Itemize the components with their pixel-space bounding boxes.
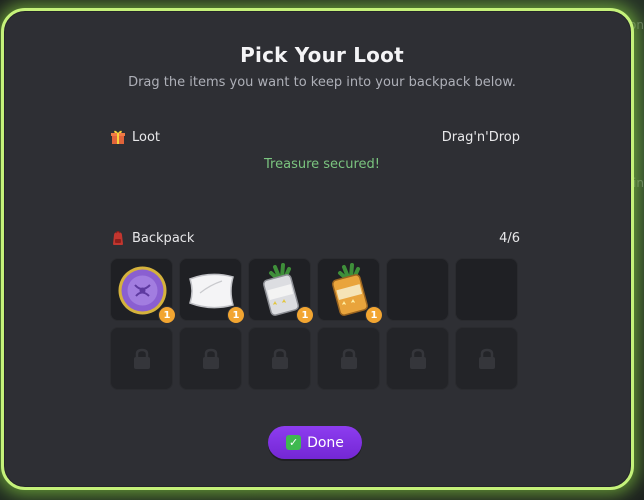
backpack-header: Backpack 4/6 bbox=[110, 228, 520, 248]
locked-slot bbox=[179, 327, 242, 390]
locked-slot bbox=[386, 327, 449, 390]
lock-icon bbox=[203, 348, 219, 369]
quantity-badge: 1 bbox=[296, 306, 314, 324]
backpack-slot[interactable]: 1 bbox=[248, 258, 314, 324]
lock-icon bbox=[272, 348, 288, 369]
lock-icon bbox=[479, 348, 495, 369]
backpack-icon bbox=[110, 230, 126, 246]
lock-icon bbox=[410, 348, 426, 369]
background-text: in bbox=[633, 176, 644, 190]
backpack-slot[interactable]: 1 bbox=[317, 258, 383, 324]
loot-header: Loot Drag'n'Drop bbox=[110, 127, 520, 147]
lock-icon bbox=[134, 348, 150, 369]
locked-slot bbox=[110, 327, 173, 390]
check-icon: ✓ bbox=[286, 435, 302, 450]
backpack-count: 4/6 bbox=[499, 230, 520, 246]
modal-subtitle: Drag the items you want to keep into you… bbox=[128, 75, 516, 90]
done-button-label: Done bbox=[307, 434, 344, 451]
modal-title: Pick Your Loot bbox=[240, 43, 404, 67]
quantity-badge: 1 bbox=[227, 306, 245, 324]
backpack-slot-empty[interactable] bbox=[455, 258, 518, 321]
loot-label: Loot bbox=[132, 129, 161, 145]
locked-slot bbox=[248, 327, 311, 390]
locked-slot bbox=[317, 327, 380, 390]
backpack-grid: 1 1 1 1 bbox=[110, 258, 518, 390]
backpack-slot-empty[interactable] bbox=[386, 258, 449, 321]
locked-slot bbox=[455, 327, 518, 390]
backpack-slot[interactable]: 1 bbox=[179, 258, 245, 324]
backpack-label: Backpack bbox=[132, 230, 195, 246]
done-button[interactable]: ✓ Done bbox=[268, 426, 362, 459]
loot-mode-label: Drag'n'Drop bbox=[441, 129, 520, 145]
backpack-slot[interactable]: 1 bbox=[110, 258, 176, 324]
gift-icon bbox=[110, 129, 126, 145]
quantity-badge: 1 bbox=[158, 306, 176, 324]
loot-status: Treasure secured! bbox=[264, 157, 380, 172]
lock-icon bbox=[341, 348, 357, 369]
quantity-badge: 1 bbox=[365, 306, 383, 324]
